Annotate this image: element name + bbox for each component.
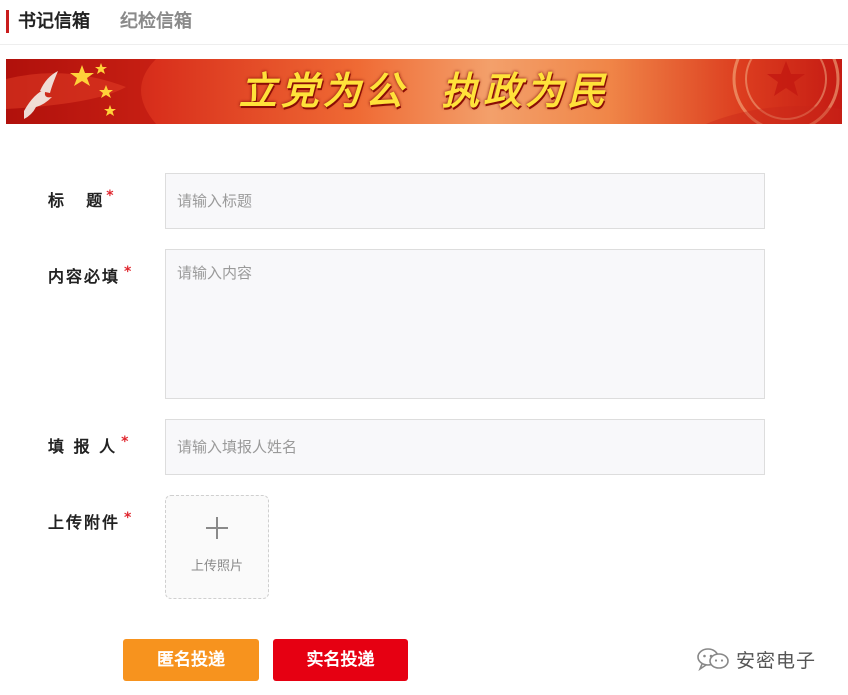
title-input[interactable]: [165, 173, 765, 229]
content-label-text: 内容必填: [48, 267, 121, 286]
mailbox-page: 书记信箱 纪检信箱 立党为公 执政为民 标 题 * 请输入标题 内容必填 * 请…: [0, 0, 848, 695]
real-name-submit-button[interactable]: 实名投递: [273, 639, 408, 681]
content-label: 内容必填 *: [48, 264, 132, 289]
required-mark: *: [106, 188, 114, 204]
attachment-label: 上传附件 *: [48, 510, 132, 535]
watermark-text: 安密电子: [736, 649, 817, 672]
wechat-icon: [697, 648, 729, 671]
reporter-input[interactable]: [165, 419, 765, 475]
title-label: 标 题 *: [48, 188, 114, 213]
plus-icon: [166, 510, 268, 547]
active-tab-indicator: [6, 10, 9, 33]
tab-secretary-mailbox[interactable]: 书记信箱: [18, 9, 90, 35]
anonymous-submit-button[interactable]: 匿名投递: [123, 639, 259, 681]
wechat-watermark: 安密电子: [696, 645, 816, 673]
upload-photo-text: 上传照片: [190, 559, 243, 574]
reporter-label-text: 填 报 人: [48, 437, 118, 456]
attachment-label-text: 上传附件: [48, 513, 121, 532]
content-textarea[interactable]: [165, 249, 765, 399]
mailbox-tabs: 书记信箱 纪检信箱: [0, 0, 848, 45]
required-mark: *: [121, 434, 129, 450]
slogan-banner: 立党为公 执政为民: [6, 59, 842, 124]
upload-photo-button[interactable]: 上传照片: [165, 495, 269, 599]
banner-slogan: 立党为公 执政为民: [238, 68, 610, 113]
reporter-label: 填 报 人 *: [48, 434, 129, 459]
title-label-text: 标 题: [48, 191, 103, 210]
required-mark: *: [124, 264, 132, 280]
required-mark: *: [124, 510, 132, 526]
tab-discipline-mailbox[interactable]: 纪检信箱: [120, 9, 192, 35]
